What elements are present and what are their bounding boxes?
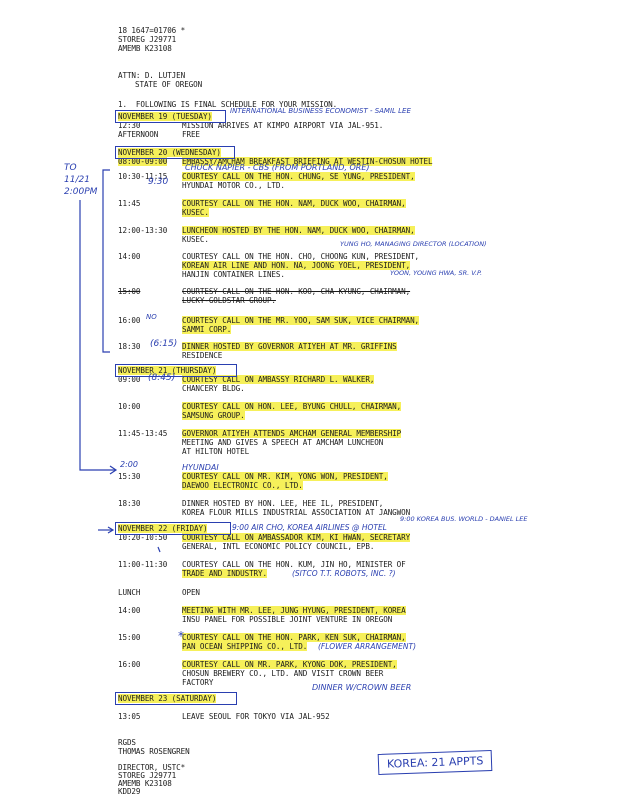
ink-marks: * <box>79 169 184 643</box>
bracket-nov-20 <box>102 169 110 353</box>
check-mark <box>157 546 161 553</box>
asterisk-mark: * <box>178 629 184 643</box>
arrow-to-1121-line <box>79 200 115 471</box>
document-page: 18 1647=01706 * STOREG J29771 AMEMB K231… <box>0 0 620 800</box>
